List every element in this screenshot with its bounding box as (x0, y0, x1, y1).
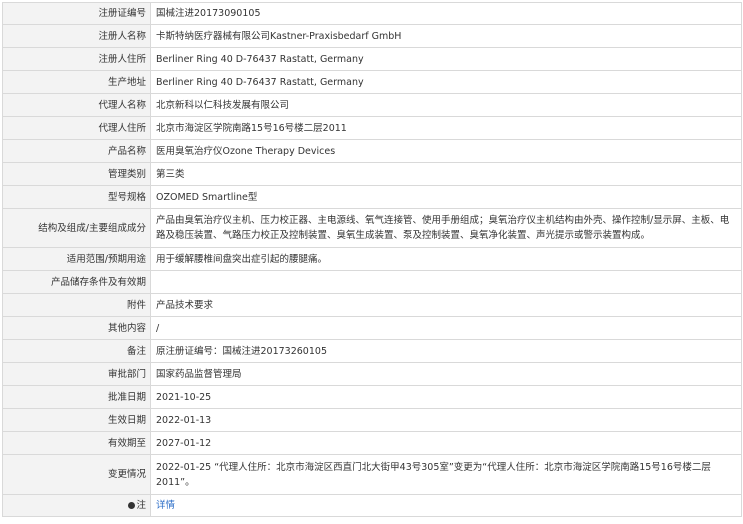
note-row: 注 详情 (2, 494, 742, 517)
table-row: 变更情况 2022-01-25 “代理人住所：北京市海淀区西直门北大街甲43号3… (2, 454, 742, 495)
row-value: 医用臭氧治疗仪Ozone Therapy Devices (150, 139, 742, 163)
table-row: 代理人住所 北京市海淀区学院南路15号16号楼二层2011 (2, 116, 742, 140)
row-value: 北京新科以仁科技发展有限公司 (150, 93, 742, 117)
table-row: 管理类别 第三类 (2, 162, 742, 186)
row-value: 产品由臭氧治疗仪主机、压力校正器、主电源线、氧气连接管、使用手册组成；臭氧治疗仪… (150, 208, 742, 248)
row-value: / (150, 316, 742, 340)
table-row: 适用范围/预期用途 用于缓解腰椎间盘突出症引起的腰腿痛。 (2, 247, 742, 271)
row-value: 2021-10-25 (150, 385, 742, 409)
row-label: 批准日期 (2, 385, 151, 409)
row-label: 型号规格 (2, 185, 151, 209)
registration-detail-table: 注册证编号 国械注进20173090105 注册人名称 卡斯特纳医疗器械有限公司… (2, 2, 742, 517)
row-value: 第三类 (150, 162, 742, 186)
table-row: 附件 产品技术要求 (2, 293, 742, 317)
table-row: 结构及组成/主要组成成分 产品由臭氧治疗仪主机、压力校正器、主电源线、氧气连接管… (2, 208, 742, 248)
table-row: 生效日期 2022-01-13 (2, 408, 742, 432)
row-value: 原注册证编号：国械注进20173260105 (150, 339, 742, 363)
row-label: 其他内容 (2, 316, 151, 340)
row-label: 生产地址 (2, 70, 151, 94)
note-value-cell: 详情 (150, 494, 742, 517)
table-row: 批准日期 2021-10-25 (2, 385, 742, 409)
row-label: 产品名称 (2, 139, 151, 163)
table-row: 产品名称 医用臭氧治疗仪Ozone Therapy Devices (2, 139, 742, 163)
row-label: 有效期至 (2, 431, 151, 455)
table-row: 其他内容 / (2, 316, 742, 340)
row-label: 生效日期 (2, 408, 151, 432)
table-row: 备注 原注册证编号：国械注进20173260105 (2, 339, 742, 363)
row-label: 代理人名称 (2, 93, 151, 117)
details-link[interactable]: 详情 (156, 500, 175, 511)
table-row: 审批部门 国家药品监督管理局 (2, 362, 742, 386)
note-icon (128, 502, 136, 509)
row-label: 代理人住所 (2, 116, 151, 140)
note-label: 注 (136, 500, 146, 511)
table-row: 有效期至 2027-01-12 (2, 431, 742, 455)
row-value: 用于缓解腰椎间盘突出症引起的腰腿痛。 (150, 247, 742, 271)
row-label: 变更情况 (2, 454, 151, 495)
table-row: 生产地址 Berliner Ring 40 D-76437 Rastatt, G… (2, 70, 742, 94)
row-value: 国械注进20173090105 (150, 2, 742, 25)
row-label: 产品储存条件及有效期 (2, 270, 151, 294)
table-row: 产品储存条件及有效期 (2, 270, 742, 294)
table-row: 代理人名称 北京新科以仁科技发展有限公司 (2, 93, 742, 117)
row-label: 适用范围/预期用途 (2, 247, 151, 271)
table-row: 注册证编号 国械注进20173090105 (2, 2, 742, 25)
row-value: 卡斯特纳医疗器械有限公司Kastner-Praxisbedarf GmbH (150, 24, 742, 48)
row-value: 2022-01-13 (150, 408, 742, 432)
row-value: 北京市海淀区学院南路15号16号楼二层2011 (150, 116, 742, 140)
note-label-cell: 注 (2, 494, 151, 517)
row-value (150, 270, 742, 294)
row-value: 国家药品监督管理局 (150, 362, 742, 386)
row-value: 2027-01-12 (150, 431, 742, 455)
row-value: Berliner Ring 40 D-76437 Rastatt, German… (150, 47, 742, 71)
row-label: 附件 (2, 293, 151, 317)
row-label: 审批部门 (2, 362, 151, 386)
row-value: 产品技术要求 (150, 293, 742, 317)
row-label: 注册人住所 (2, 47, 151, 71)
row-value: 2022-01-25 “代理人住所：北京市海淀区西直门北大街甲43号305室”变… (150, 454, 742, 495)
row-value: Berliner Ring 40 D-76437 Rastatt, German… (150, 70, 742, 94)
row-label: 注册人名称 (2, 24, 151, 48)
row-label: 备注 (2, 339, 151, 363)
row-label: 管理类别 (2, 162, 151, 186)
table-row: 型号规格 OZOMED Smartline型 (2, 185, 742, 209)
row-label: 结构及组成/主要组成成分 (2, 208, 151, 248)
row-label: 注册证编号 (2, 2, 151, 25)
table-row: 注册人名称 卡斯特纳医疗器械有限公司Kastner-Praxisbedarf G… (2, 24, 742, 48)
table-row: 注册人住所 Berliner Ring 40 D-76437 Rastatt, … (2, 47, 742, 71)
row-value: OZOMED Smartline型 (150, 185, 742, 209)
